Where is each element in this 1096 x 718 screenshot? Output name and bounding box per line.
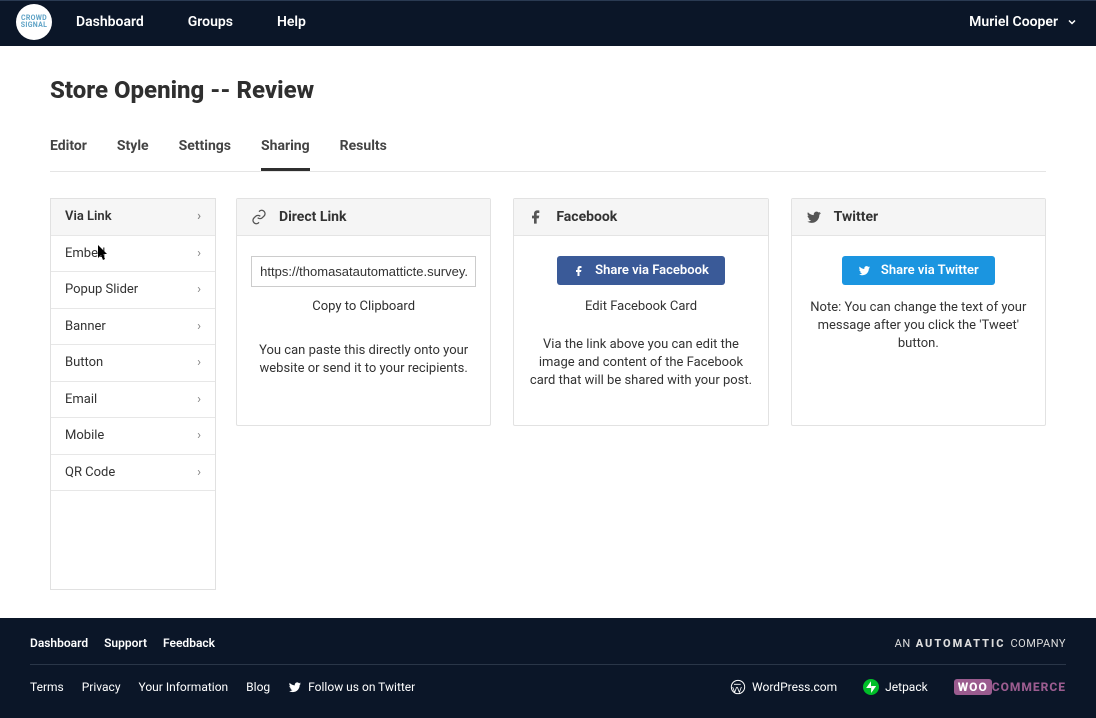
direct-link-hint: You can paste this directly onto your we… <box>251 342 476 378</box>
sidebar-item-label: Via Link <box>65 209 112 224</box>
tab-results[interactable]: Results <box>340 138 387 171</box>
jetpack-icon <box>863 679 879 695</box>
nav-dashboard[interactable]: Dashboard <box>76 14 144 30</box>
direct-link-input[interactable] <box>251 256 476 287</box>
card-facebook: Facebook Share via Facebook Edit Faceboo… <box>513 198 768 426</box>
logo-text: CROWDSIGNAL <box>21 15 47 29</box>
footer-terms[interactable]: Terms <box>30 680 64 694</box>
sidebar-item-label: QR Code <box>65 465 115 480</box>
sidebar-item-qrcode[interactable]: QR Code › <box>51 455 215 492</box>
twitter-icon <box>858 264 871 277</box>
twitter-hint: Note: You can change the text of your me… <box>806 299 1031 354</box>
tab-settings[interactable]: Settings <box>179 138 231 171</box>
footer: Dashboard Support Feedback AN AUTOMATTIC… <box>0 618 1096 718</box>
user-name: Muriel Cooper <box>969 14 1058 30</box>
chevron-right-icon: › <box>197 465 201 480</box>
footer-privacy[interactable]: Privacy <box>82 680 121 694</box>
chevron-right-icon: › <box>197 246 201 261</box>
cards-row: Direct Link Copy to Clipboard You can pa… <box>236 198 1046 590</box>
footer-feedback[interactable]: Feedback <box>163 636 215 650</box>
wordpress-icon <box>730 679 746 695</box>
card-direct-link: Direct Link Copy to Clipboard You can pa… <box>236 198 491 426</box>
user-menu[interactable]: Muriel Cooper <box>969 14 1078 30</box>
chevron-down-icon <box>1066 16 1078 28</box>
button-label: Share via Facebook <box>595 263 709 278</box>
sidebar-item-banner[interactable]: Banner › <box>51 309 215 346</box>
sidebar-item-label: Mobile <box>65 428 104 443</box>
sidebar-item-email[interactable]: Email › <box>51 382 215 419</box>
sidebar-item-label: Embed <box>65 246 105 261</box>
chevron-right-icon: › <box>197 319 201 334</box>
button-label: Share via Twitter <box>881 263 979 278</box>
facebook-hint: Via the link above you can edit the imag… <box>528 336 753 391</box>
link-icon <box>251 209 267 225</box>
footer-support[interactable]: Support <box>104 636 147 650</box>
copy-to-clipboard[interactable]: Copy to Clipboard <box>312 299 415 314</box>
chevron-right-icon: › <box>197 282 201 297</box>
sidebar-item-label: Button <box>65 355 103 370</box>
page-title: Store Opening -- Review <box>50 76 1046 104</box>
brand-jetpack[interactable]: Jetpack <box>863 679 928 695</box>
sharing-sidebar: Via Link › Embed › Popup Slider › Banner… <box>50 198 216 590</box>
share-facebook-button[interactable]: Share via Facebook <box>557 256 725 285</box>
footer-dashboard[interactable]: Dashboard <box>30 636 88 650</box>
sidebar-item-button[interactable]: Button › <box>51 345 215 382</box>
sidebar-item-popup[interactable]: Popup Slider › <box>51 272 215 309</box>
footer-brand: AN AUTOMATTIC COMPANY <box>895 637 1066 650</box>
footer-follow-twitter[interactable]: Follow us on Twitter <box>288 680 415 694</box>
tabs: Editor Style Settings Sharing Results <box>50 138 1046 172</box>
brand-woocommerce[interactable]: WOOCOMMERCE <box>954 680 1066 694</box>
edit-facebook-card[interactable]: Edit Facebook Card <box>585 299 697 314</box>
footer-blog[interactable]: Blog <box>246 680 270 694</box>
chevron-right-icon: › <box>197 209 201 224</box>
sidebar-item-label: Popup Slider <box>65 282 138 297</box>
share-twitter-button[interactable]: Share via Twitter <box>842 256 995 285</box>
chevron-right-icon: › <box>197 355 201 370</box>
chevron-right-icon: › <box>197 428 201 443</box>
card-title: Twitter <box>834 209 878 225</box>
sidebar-item-vialink[interactable]: Via Link › <box>51 199 215 236</box>
facebook-icon <box>573 265 585 277</box>
card-title: Facebook <box>556 209 617 225</box>
chevron-right-icon: › <box>197 392 201 407</box>
page: Store Opening -- Review Editor Style Set… <box>0 46 1096 696</box>
footer-yourinfo[interactable]: Your Information <box>139 680 229 694</box>
sidebar-item-embed[interactable]: Embed › <box>51 236 215 273</box>
tab-editor[interactable]: Editor <box>50 138 87 171</box>
sidebar-item-mobile[interactable]: Mobile › <box>51 418 215 455</box>
tab-sharing[interactable]: Sharing <box>261 138 310 171</box>
topbar: CROWDSIGNAL Dashboard Groups Help Muriel… <box>0 0 1096 46</box>
card-twitter: Twitter Share via Twitter Note: You can … <box>791 198 1046 426</box>
nav-help[interactable]: Help <box>277 14 306 30</box>
brand-wordpress[interactable]: WordPress.com <box>730 679 837 695</box>
sidebar-item-label: Email <box>65 392 97 407</box>
nav-groups[interactable]: Groups <box>188 14 233 30</box>
twitter-icon <box>806 209 822 225</box>
logo[interactable]: CROWDSIGNAL <box>18 6 50 38</box>
twitter-icon <box>288 680 302 694</box>
card-title: Direct Link <box>279 209 346 225</box>
sidebar-item-label: Banner <box>65 319 106 334</box>
facebook-icon <box>528 209 544 225</box>
tab-style[interactable]: Style <box>117 138 149 171</box>
